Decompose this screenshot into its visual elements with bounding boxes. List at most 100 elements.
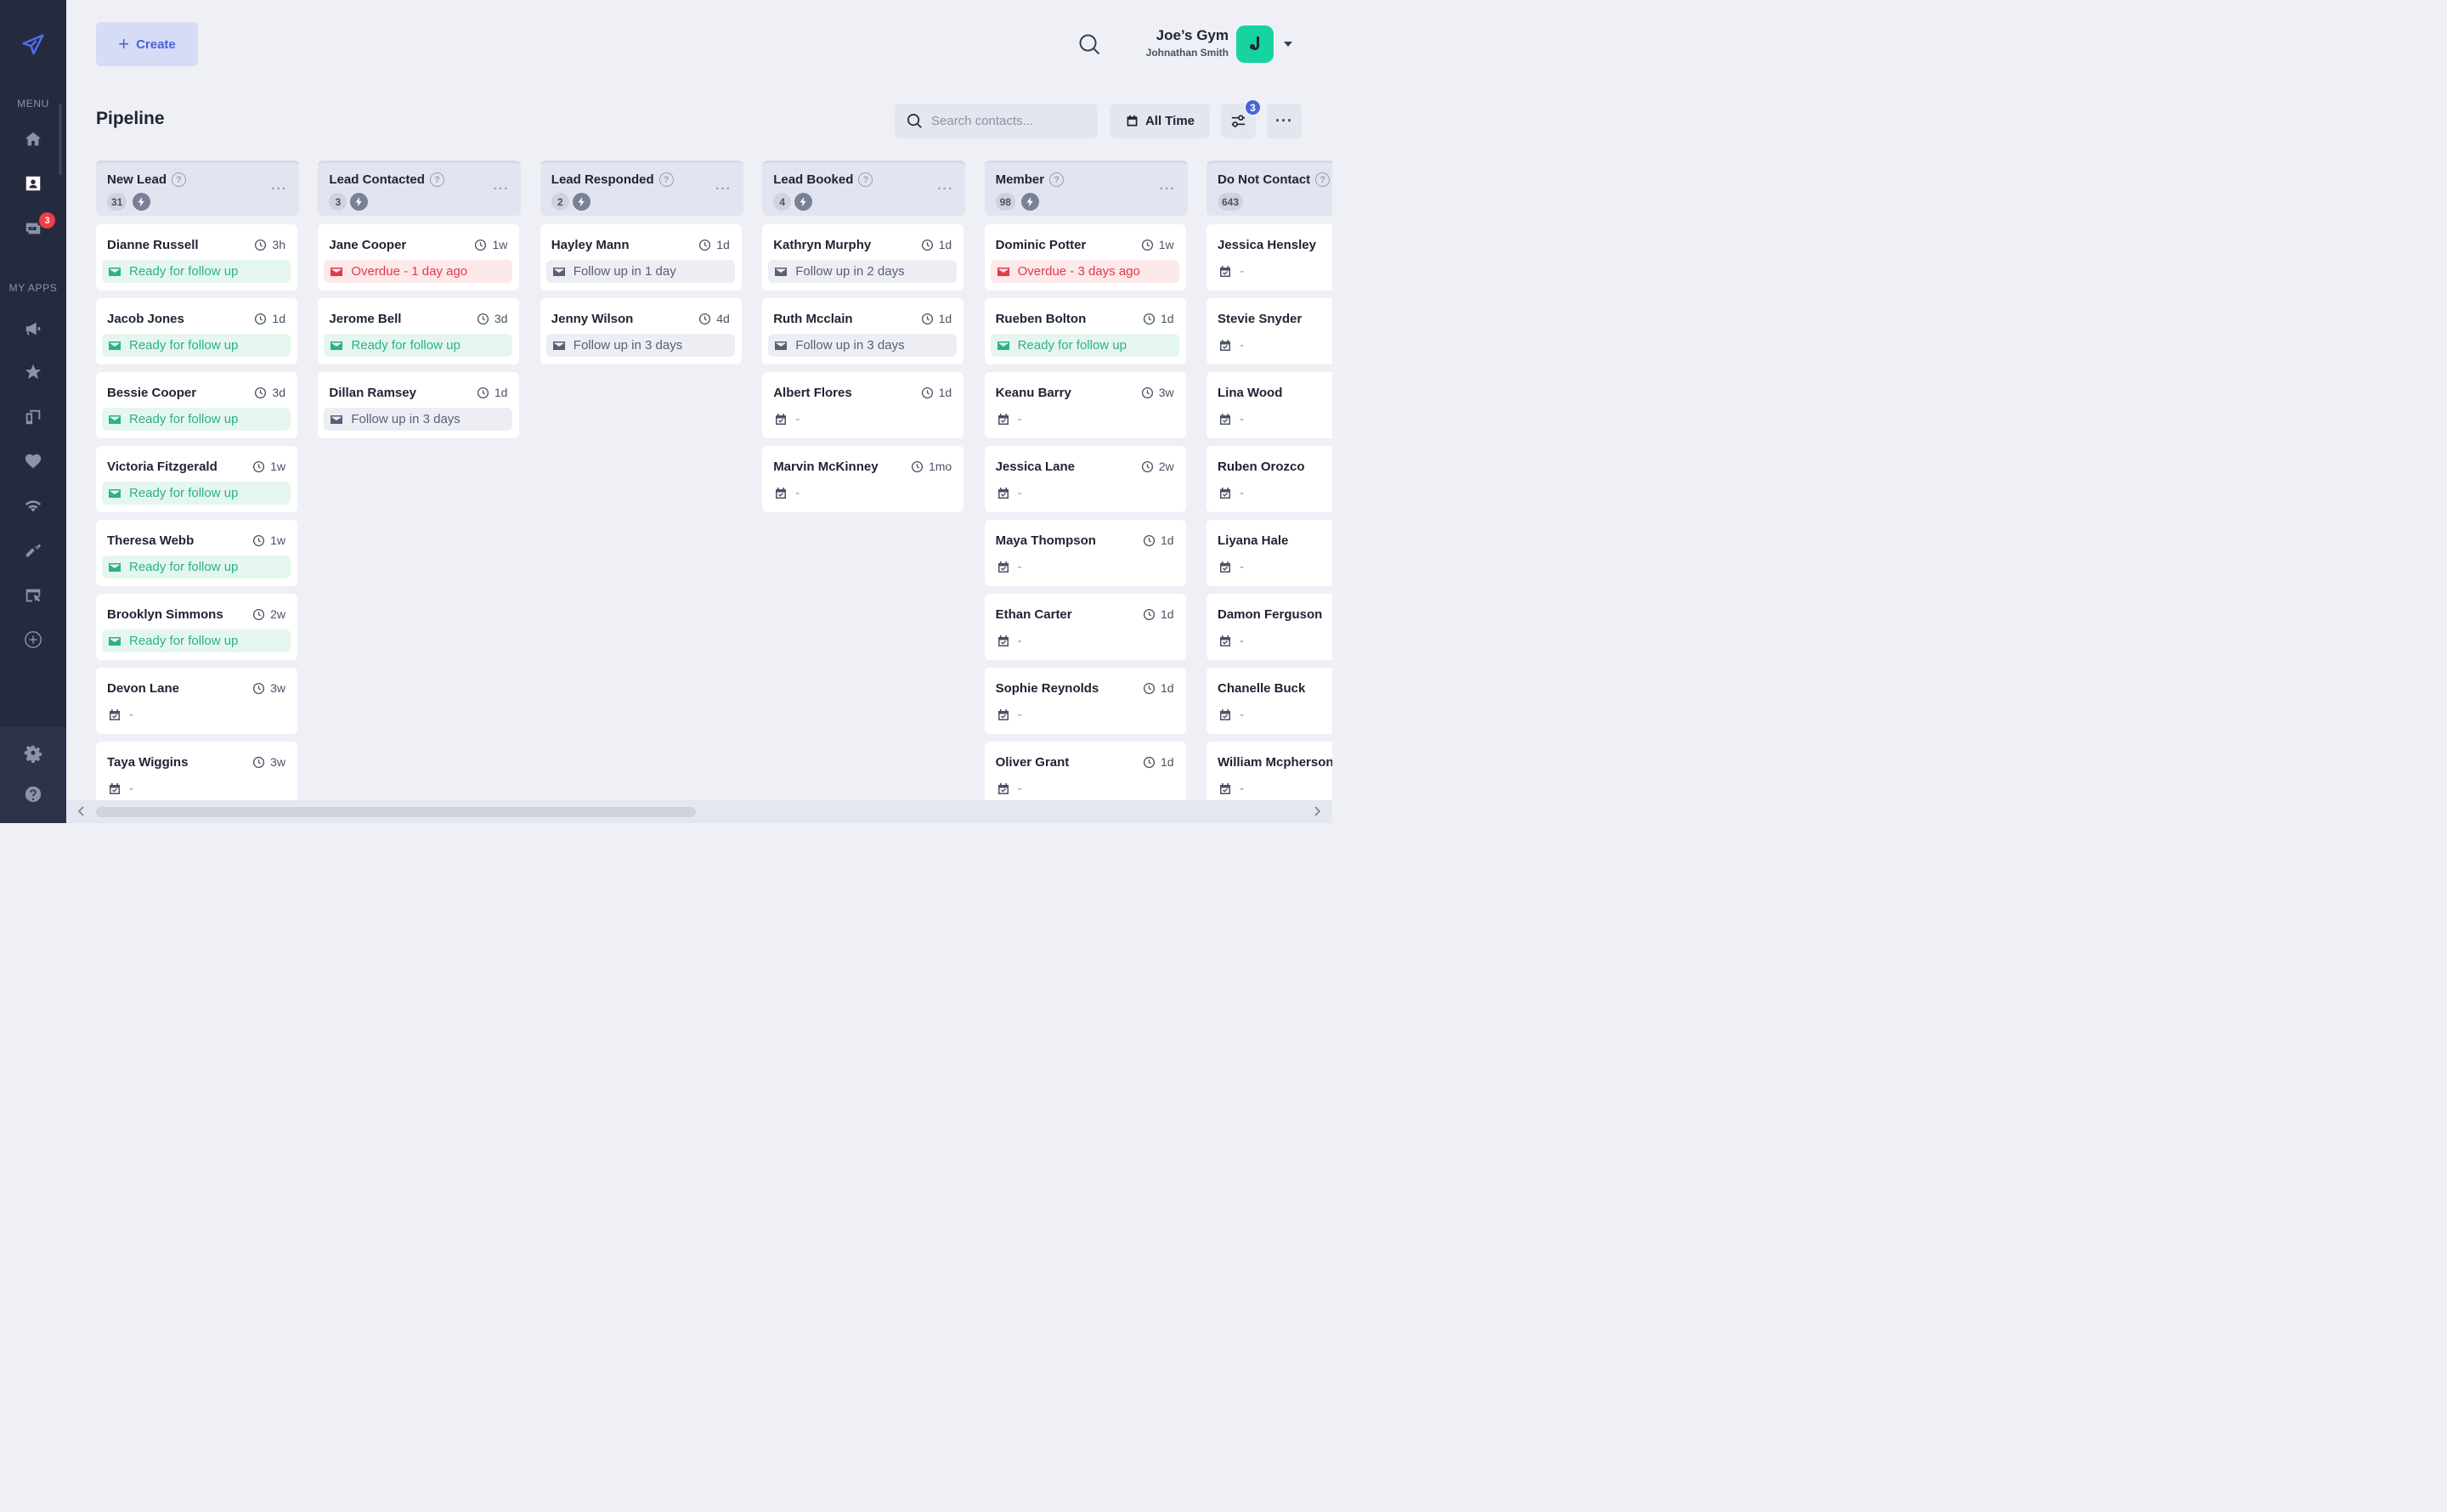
column-menu-button[interactable]: ··· — [271, 182, 287, 197]
follow-up-status[interactable]: - — [1212, 408, 1332, 431]
contact-card[interactable]: Ruth Mcclain 1d Follow up in 3 days — [762, 298, 964, 364]
contact-card[interactable]: Jenny Wilson 4d Follow up in 3 days — [540, 298, 742, 364]
follow-up-status[interactable]: - — [768, 482, 957, 505]
column-header[interactable]: Member? 98 ··· — [984, 161, 1188, 216]
contact-card[interactable]: Jessica Hensley - — [1207, 224, 1332, 291]
contact-card[interactable]: Victoria Fitzgerald 1w Ready for follow up — [96, 446, 297, 512]
follow-up-status[interactable]: - — [991, 408, 1179, 431]
contact-card[interactable]: Jessica Lane 2w - — [984, 446, 1186, 512]
follow-up-status[interactable]: Overdue - 3 days ago — [990, 260, 1179, 283]
column-menu-button[interactable]: ··· — [493, 182, 509, 197]
follow-up-status[interactable]: - — [991, 629, 1179, 652]
contact-card[interactable]: Taya Wiggins 3w - — [96, 742, 297, 808]
lightning-icon[interactable] — [1020, 193, 1039, 211]
lightning-icon[interactable] — [794, 193, 813, 211]
column-menu-button[interactable]: ··· — [715, 182, 732, 197]
follow-up-status[interactable]: - — [991, 777, 1179, 800]
contact-card[interactable]: Devon Lane 3w - — [96, 668, 297, 734]
follow-up-status[interactable]: Ready for follow up — [102, 629, 291, 652]
contact-card[interactable]: Marvin McKinney 1mo - — [762, 446, 964, 512]
tools-icon[interactable] — [21, 539, 45, 562]
column-menu-button[interactable]: ··· — [1160, 182, 1176, 197]
chevron-down-icon[interactable] — [1282, 38, 1294, 50]
heart-icon[interactable] — [21, 449, 45, 473]
question-icon[interactable]: ? — [858, 172, 873, 187]
contact-card[interactable]: Ethan Carter 1d - — [984, 594, 1186, 660]
contact-card[interactable]: Ruben Orozco - — [1207, 446, 1332, 512]
contact-card[interactable]: Keanu Barry 3w - — [984, 372, 1186, 438]
contact-card[interactable]: Maya Thompson 1d - — [984, 520, 1186, 586]
wifi-icon[interactable] — [21, 494, 45, 517]
contacts-icon[interactable] — [21, 172, 45, 195]
follow-up-status[interactable]: - — [1212, 703, 1332, 726]
column-header[interactable]: New Lead? 31 ··· — [96, 161, 299, 216]
follow-up-status[interactable]: - — [1212, 260, 1332, 283]
contact-card[interactable]: Dillan Ramsey 1d Follow up in 3 days — [318, 372, 520, 438]
question-icon[interactable]: ? — [1049, 172, 1065, 187]
lightning-icon[interactable] — [350, 193, 369, 211]
scroll-right-icon[interactable] — [1312, 805, 1322, 817]
star-icon[interactable] — [21, 360, 45, 384]
contact-search[interactable] — [895, 104, 1098, 138]
time-filter-button[interactable]: All Time — [1110, 104, 1210, 138]
contact-card[interactable]: Jacob Jones 1d Ready for follow up — [96, 298, 297, 364]
contact-card[interactable]: Sophie Reynolds 1d - — [984, 668, 1186, 734]
contact-card[interactable]: Stevie Snyder - — [1207, 298, 1332, 364]
help-icon[interactable] — [21, 782, 45, 806]
follow-up-status[interactable]: Overdue - 1 day ago — [324, 260, 513, 283]
contact-card[interactable]: Jane Cooper 1w Overdue - 1 day ago — [318, 224, 520, 291]
gear-icon[interactable] — [21, 742, 45, 766]
lightning-icon[interactable] — [572, 193, 591, 211]
contact-card[interactable]: Theresa Webb 1w Ready for follow up — [96, 520, 297, 586]
follow-up-status[interactable]: Ready for follow up — [102, 482, 291, 505]
add-app-icon[interactable] — [21, 628, 45, 652]
follow-up-status[interactable]: Follow up in 1 day — [545, 260, 735, 283]
contact-card[interactable]: Bessie Cooper 3d Ready for follow up — [96, 372, 297, 438]
question-icon[interactable]: ? — [429, 172, 444, 187]
contact-card[interactable]: William Mcpherson - — [1207, 742, 1332, 808]
contact-card[interactable]: Dominic Potter 1w Overdue - 3 days ago — [984, 224, 1186, 291]
column-header[interactable]: Do Not Contact? 643 — [1207, 161, 1332, 216]
follow-up-status[interactable]: - — [1212, 556, 1332, 578]
contact-card[interactable]: Dianne Russell 3h Ready for follow up — [96, 224, 297, 291]
follow-up-status[interactable]: - — [991, 482, 1179, 505]
follow-up-status[interactable]: - — [1212, 482, 1332, 505]
devices-icon[interactable] — [21, 405, 45, 429]
contact-card[interactable]: Lina Wood - — [1207, 372, 1332, 438]
lightning-icon[interactable] — [133, 193, 150, 211]
contact-card[interactable]: Brooklyn Simmons 2w Ready for follow up — [96, 594, 297, 660]
follow-up-status[interactable]: Follow up in 2 days — [768, 260, 958, 283]
question-icon[interactable]: ? — [1315, 172, 1331, 187]
follow-up-status[interactable]: - — [991, 703, 1179, 726]
contact-card[interactable]: Jerome Bell 3d Ready for follow up — [318, 298, 520, 364]
follow-up-status[interactable]: Ready for follow up — [102, 556, 291, 578]
question-icon[interactable]: ? — [172, 172, 187, 187]
follow-up-status[interactable]: - — [991, 556, 1179, 578]
question-icon[interactable]: ? — [658, 172, 674, 187]
more-options-button[interactable]: ··· — [1267, 104, 1302, 138]
create-button[interactable]: + Create — [96, 22, 198, 66]
contact-card[interactable]: Rueben Bolton 1d Ready for follow up — [984, 298, 1186, 364]
follow-up-status[interactable]: Ready for follow up — [324, 334, 513, 357]
sidebar-scrollbar[interactable] — [59, 104, 62, 175]
contact-card[interactable]: Kathryn Murphy 1d Follow up in 2 days — [762, 224, 964, 291]
column-header[interactable]: Lead Contacted? 3 ··· — [318, 161, 522, 216]
contact-card[interactable]: Chanelle Buck - — [1207, 668, 1332, 734]
column-menu-button[interactable]: ··· — [937, 182, 953, 197]
follow-up-status[interactable]: Follow up in 3 days — [768, 334, 958, 357]
column-header[interactable]: Lead Booked? 4 ··· — [762, 161, 966, 216]
contact-card[interactable]: Albert Flores 1d - — [762, 372, 964, 438]
follow-up-status[interactable]: Ready for follow up — [102, 334, 291, 357]
follow-up-status[interactable]: - — [1212, 777, 1332, 800]
account-info[interactable]: Joe’s Gym Johnathan Smith — [1122, 27, 1229, 59]
home-icon[interactable] — [21, 127, 45, 151]
contact-card[interactable]: Damon Ferguson - — [1207, 594, 1332, 660]
follow-up-status[interactable]: Ready for follow up — [102, 260, 291, 283]
follow-up-status[interactable]: Ready for follow up — [102, 408, 291, 431]
follow-up-status[interactable]: - — [1212, 629, 1332, 652]
contact-card[interactable]: Hayley Mann 1d Follow up in 1 day — [540, 224, 742, 291]
contact-card[interactable]: Liyana Hale - — [1207, 520, 1332, 586]
horizontal-scrollbar[interactable] — [66, 800, 1332, 823]
contact-card[interactable]: Oliver Grant 1d - — [984, 742, 1186, 808]
follow-up-status[interactable]: Ready for follow up — [990, 334, 1179, 357]
